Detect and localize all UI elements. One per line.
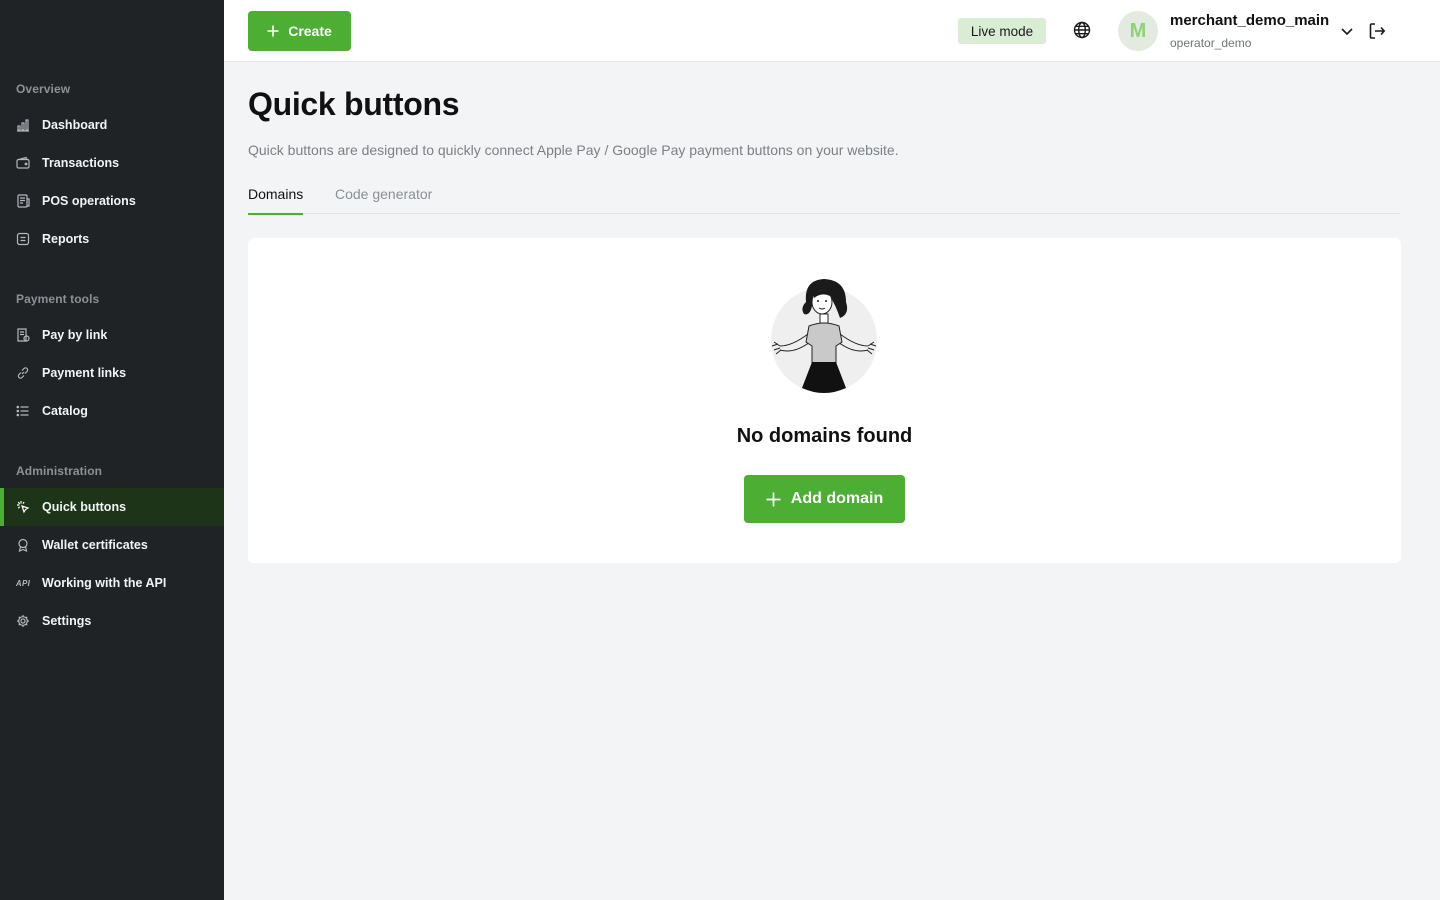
- section-title-overview: Overview: [16, 82, 71, 96]
- chevron-down-icon[interactable]: [1339, 23, 1355, 39]
- sidebar-item-quick-buttons[interactable]: Quick buttons: [0, 488, 224, 526]
- link-icon: [16, 366, 30, 380]
- page-title: Quick buttons: [248, 86, 460, 122]
- certificate-icon: [16, 538, 30, 552]
- sidebar-item-label: Dashboard: [42, 118, 108, 132]
- sidebar-item-label: Settings: [42, 614, 92, 628]
- gear-icon: [16, 614, 30, 628]
- report-icon: [16, 232, 30, 246]
- sidebar-item-label: Working with the API: [42, 576, 167, 590]
- shrugging-woman-illustration: [771, 279, 877, 393]
- sidebar-item-label: Transactions: [42, 156, 120, 170]
- sidebar: Overview Dashboard Transactions POS oper…: [0, 0, 224, 900]
- add-domain-label: Add domain: [790, 490, 884, 507]
- tabs: Domains Code generator: [248, 186, 1400, 215]
- sidebar-item-label: Quick buttons: [42, 500, 127, 514]
- plus-icon: [267, 25, 279, 37]
- empty-state-title: No domains found: [736, 425, 913, 447]
- sidebar-item-label: Wallet certificates: [42, 538, 148, 552]
- section-title-payment-tools: Payment tools: [16, 292, 100, 306]
- sidebar-item-transactions[interactable]: Transactions: [0, 144, 224, 182]
- receipt-icon: [16, 194, 30, 208]
- page-description: Quick buttons are designed to quickly co…: [248, 142, 899, 158]
- section-title-administration: Administration: [16, 464, 103, 478]
- logout-icon[interactable]: [1368, 22, 1386, 40]
- plus-icon: [766, 492, 781, 506]
- sidebar-item-label: Payment links: [42, 366, 127, 380]
- create-button-label: Create: [288, 23, 332, 39]
- sidebar-item-settings[interactable]: Settings: [0, 602, 224, 640]
- invoice-icon: [16, 328, 30, 342]
- account-user: operator_demo: [1170, 36, 1252, 50]
- sidebar-item-payment-links[interactable]: Payment links: [0, 354, 224, 392]
- sidebar-item-label: Reports: [42, 232, 90, 246]
- sidebar-item-catalog[interactable]: Catalog: [0, 392, 224, 430]
- sidebar-item-pos-operations[interactable]: POS operations: [0, 182, 224, 220]
- account-name[interactable]: merchant_demo_main: [1170, 12, 1329, 29]
- api-icon: API: [15, 578, 31, 588]
- add-domain-button[interactable]: Add domain: [744, 475, 905, 523]
- sidebar-item-label: Catalog: [42, 404, 88, 418]
- tab-code-generator[interactable]: Code generator: [335, 186, 432, 214]
- sidebar-item-label: Pay by link: [42, 328, 108, 342]
- wallet-icon: [16, 156, 30, 170]
- avatar[interactable]: M: [1118, 11, 1158, 51]
- globe-icon[interactable]: [1073, 21, 1091, 39]
- list-icon: [16, 404, 30, 418]
- sidebar-item-working-with-api[interactable]: API Working with the API: [0, 564, 224, 602]
- sidebar-item-dashboard[interactable]: Dashboard: [0, 106, 224, 144]
- create-button[interactable]: Create: [248, 11, 351, 51]
- sidebar-item-label: POS operations: [42, 194, 136, 208]
- sidebar-item-pay-by-link[interactable]: Pay by link: [0, 316, 224, 354]
- sidebar-item-wallet-certificates[interactable]: Wallet certificates: [0, 526, 224, 564]
- live-mode-badge[interactable]: Live mode: [958, 18, 1046, 44]
- top-header: Create Live mode M merchant_demo_main op…: [224, 0, 1440, 62]
- bar-chart-icon: [16, 118, 30, 132]
- click-icon: [16, 500, 30, 514]
- tab-domains[interactable]: Domains: [248, 186, 304, 215]
- empty-state-card: No domains found Add domain: [248, 238, 1401, 563]
- sidebar-item-reports[interactable]: Reports: [0, 220, 224, 258]
